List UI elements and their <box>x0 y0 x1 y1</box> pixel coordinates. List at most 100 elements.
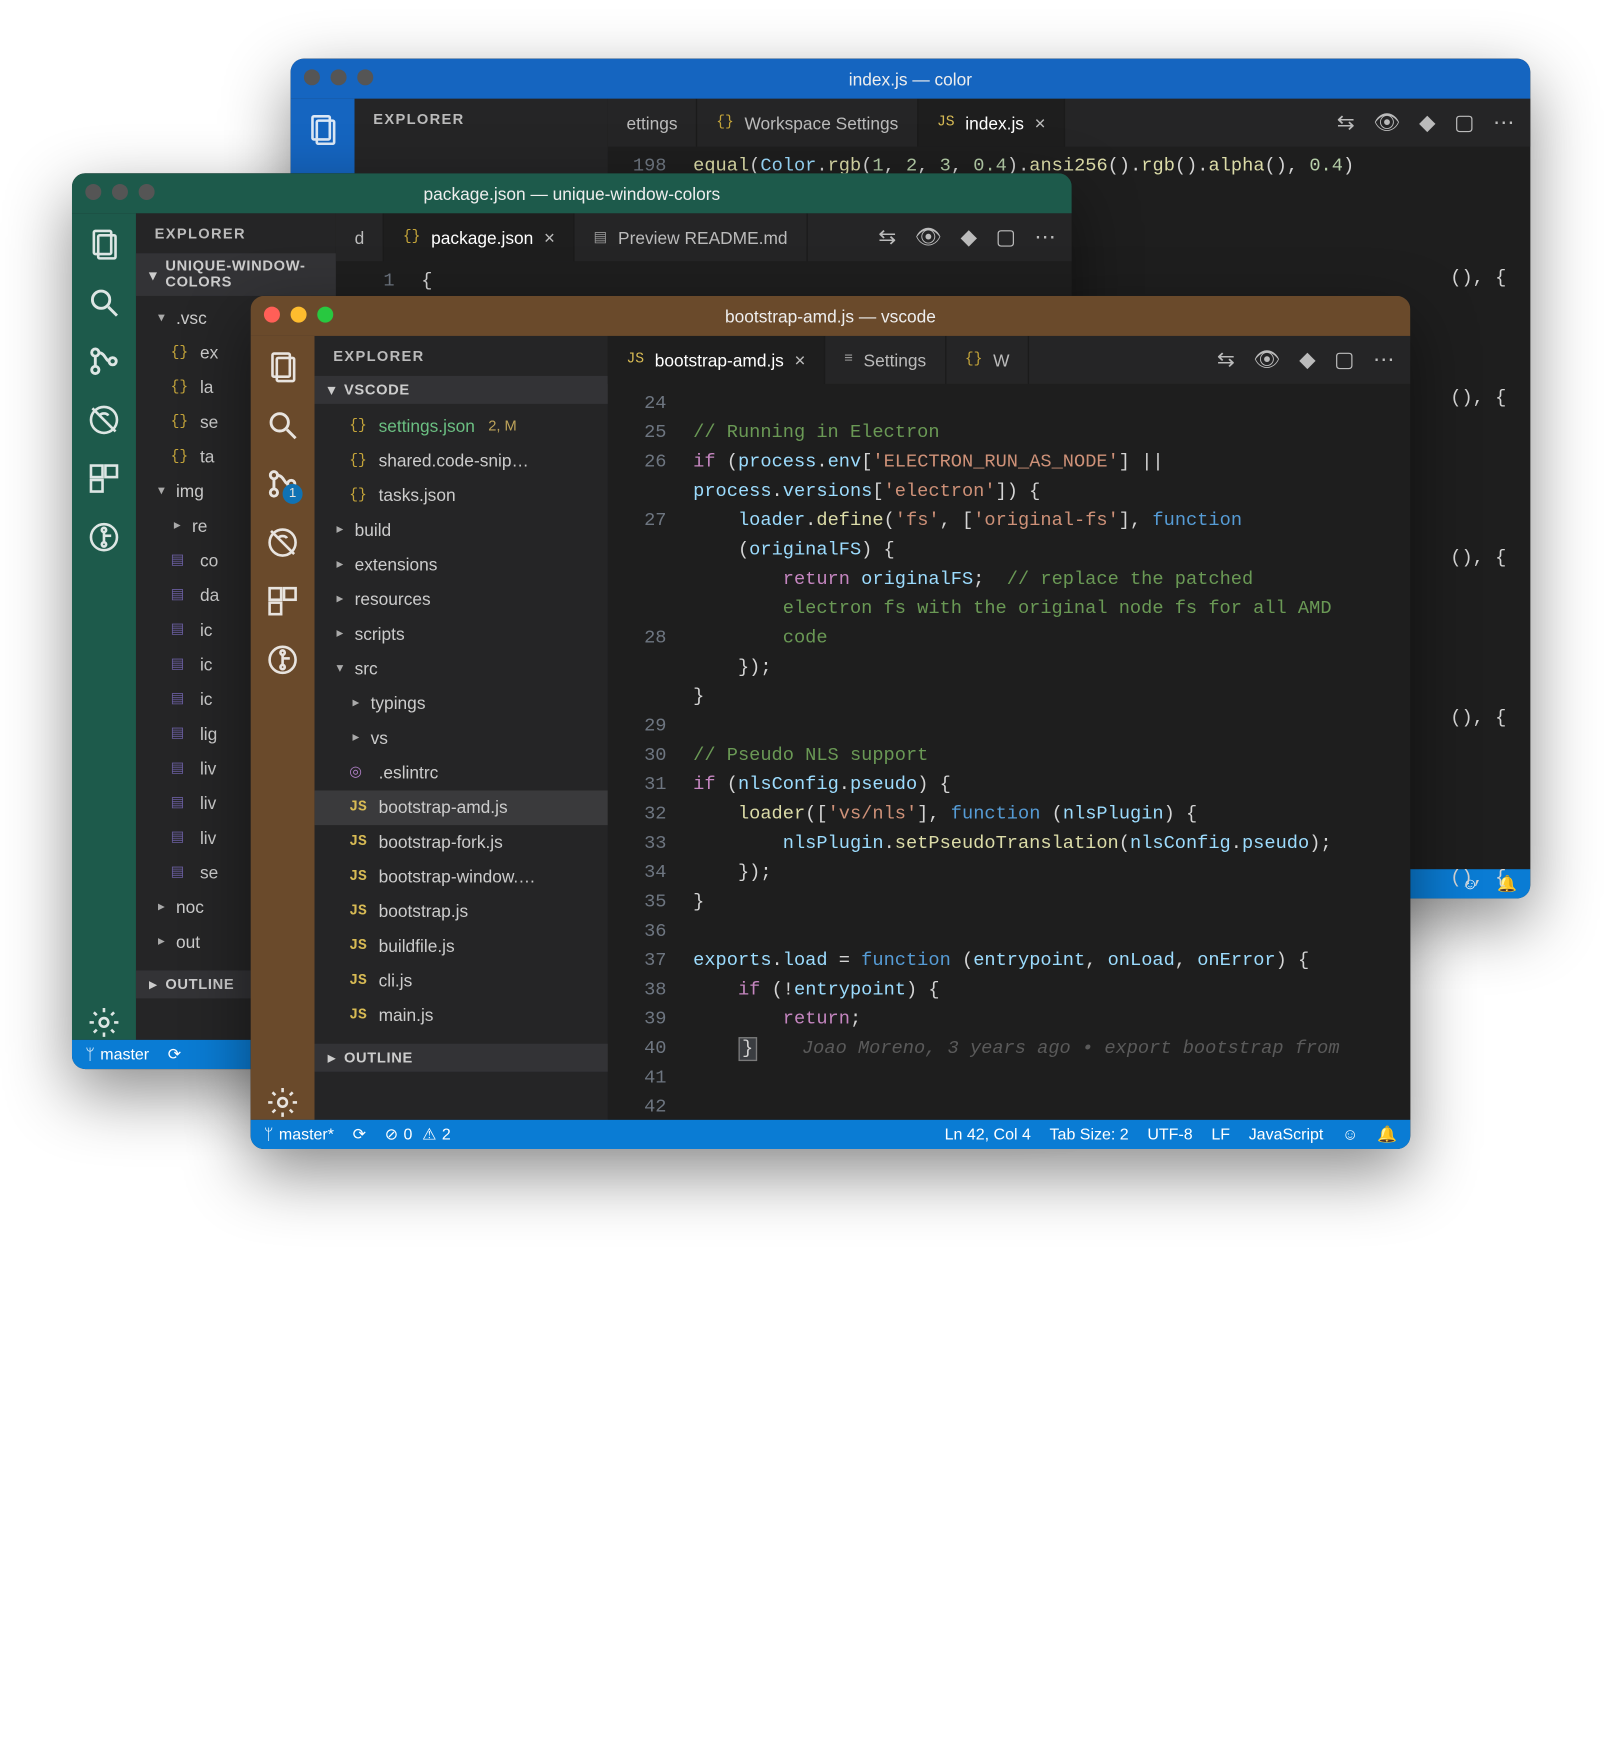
activity-bar: 1 <box>251 336 315 1120</box>
max-dot[interactable] <box>139 184 155 200</box>
tab-action-icon[interactable]: ◆ <box>1299 347 1315 374</box>
status-tab-size[interactable]: Tab Size: 2 <box>1050 1125 1129 1144</box>
titlebar[interactable]: index.js — color <box>291 59 1531 99</box>
close-dot[interactable] <box>264 307 280 323</box>
window-title: bootstrap-amd.js — vscode <box>725 306 936 326</box>
tab-action-icon[interactable]: ⋯ <box>1493 109 1514 136</box>
tab-action-icon[interactable]: 👁 <box>915 224 942 251</box>
tree-row[interactable]: cli.js <box>315 964 608 999</box>
debug-icon[interactable] <box>265 525 300 560</box>
tab-bar: JSbootstrap-amd.js×≡Settings{}W ⇆ 👁 ◆ ▢ ⋯ <box>608 336 1410 384</box>
tab[interactable]: JSindex.js× <box>918 99 1065 147</box>
extensions-icon[interactable] <box>265 584 300 619</box>
tab[interactable]: ettings <box>608 99 698 147</box>
status-smile-icon[interactable]: ☺ <box>1342 1125 1358 1144</box>
search-icon[interactable] <box>265 408 300 443</box>
close-icon[interactable]: × <box>795 349 806 370</box>
traffic-lights[interactable] <box>304 69 373 85</box>
tab-action-icon[interactable]: ⇆ <box>878 224 896 251</box>
tab-action-icon[interactable]: ⇆ <box>1337 109 1355 136</box>
close-icon[interactable]: × <box>1035 112 1046 133</box>
min-dot[interactable] <box>112 184 128 200</box>
tab-action-icon[interactable]: ◆ <box>1419 109 1435 136</box>
tree-row[interactable]: ▸typings <box>315 686 608 721</box>
tab-action-icon[interactable]: ▢ <box>996 224 1016 251</box>
gear-icon[interactable] <box>87 1005 122 1040</box>
tree-row[interactable]: ▸resources <box>315 583 608 618</box>
tree-row[interactable]: ▸scripts <box>315 617 608 652</box>
scm-icon[interactable] <box>87 344 122 379</box>
max-dot[interactable] <box>317 307 333 323</box>
close-dot[interactable] <box>304 69 320 85</box>
titlebar[interactable]: bootstrap-amd.js — vscode <box>251 296 1411 336</box>
status-sync-icon[interactable]: ⟳ <box>168 1045 181 1064</box>
status-bar: ᛘ master* ⟳ ⊘ 0 ⚠ 2 Ln 42, Col 4 Tab Siz… <box>251 1120 1411 1149</box>
tab[interactable]: JSbootstrap-amd.js× <box>608 336 826 384</box>
tab-action-icon[interactable]: ▢ <box>1334 347 1354 374</box>
status-eol[interactable]: LF <box>1211 1125 1230 1144</box>
tab-action-icon[interactable]: ⋯ <box>1373 347 1394 374</box>
files-icon[interactable] <box>305 112 340 147</box>
tree-row[interactable]: shared.code-snip… <box>315 444 608 479</box>
tree-row[interactable]: ▸build <box>315 513 608 548</box>
sidebar-header[interactable]: ▾UNIQUE-WINDOW-COLORS <box>136 253 336 296</box>
status-branch[interactable]: ᛘ master <box>85 1045 149 1064</box>
status-cursor-pos[interactable]: Ln 42, Col 4 <box>945 1125 1031 1144</box>
tree-row[interactable]: .eslintrc <box>315 756 608 791</box>
tree-row[interactable]: ▸vs <box>315 721 608 756</box>
titlebar[interactable]: package.json — unique-window-colors <box>72 173 1072 213</box>
sidebar: EXPLORER ▾VSCODE settings.json2, Mshared… <box>315 336 608 1120</box>
tree-row[interactable]: ▸extensions <box>315 548 608 583</box>
sidebar-title: EXPLORER <box>136 213 336 253</box>
code[interactable]: // Running in Electronif (process.env['E… <box>682 384 1410 1120</box>
sidebar-title: EXPLORER <box>355 99 608 139</box>
debug-icon[interactable] <box>87 403 122 438</box>
tab[interactable]: {}package.json× <box>384 213 575 261</box>
status-sync-icon[interactable]: ⟳ <box>353 1125 366 1144</box>
outline-header[interactable]: ▸OUTLINE <box>315 1044 608 1072</box>
status-encoding[interactable]: UTF-8 <box>1147 1125 1192 1144</box>
tab-action-icon[interactable]: ▢ <box>1454 109 1474 136</box>
tree-row[interactable]: bootstrap.js <box>315 894 608 929</box>
tree-row[interactable]: main.js <box>315 998 608 1033</box>
tab[interactable]: ≡Settings <box>825 336 946 384</box>
search-icon[interactable] <box>87 285 122 320</box>
git-icon[interactable] <box>87 520 122 555</box>
tree-row[interactable]: buildfile.js <box>315 929 608 964</box>
close-icon[interactable]: × <box>544 227 555 248</box>
tab[interactable]: d <box>336 213 384 261</box>
tree-row[interactable]: ▾src <box>315 652 608 687</box>
tab-action-icon[interactable]: 👁 <box>1373 109 1400 136</box>
tree-row[interactable]: bootstrap-fork.js <box>315 825 608 860</box>
tab[interactable]: ▤Preview README.md <box>575 213 808 261</box>
tab-action-icon[interactable]: ⋯ <box>1034 224 1055 251</box>
tree-row[interactable]: settings.json2, M <box>315 409 608 444</box>
tree-row[interactable]: bootstrap-amd.js <box>315 790 608 825</box>
status-bell-icon[interactable]: 🔔 <box>1377 1125 1397 1144</box>
close-dot[interactable] <box>85 184 101 200</box>
files-icon[interactable] <box>265 349 300 384</box>
tab-action-icon[interactable]: ⇆ <box>1217 347 1235 374</box>
min-dot[interactable] <box>291 307 307 323</box>
status-language[interactable]: JavaScript <box>1249 1125 1324 1144</box>
tree-row[interactable]: tasks.json <box>315 479 608 514</box>
tab[interactable]: {}Workspace Settings <box>698 99 919 147</box>
files-icon[interactable] <box>87 227 122 262</box>
editor-area: JSbootstrap-amd.js×≡Settings{}W ⇆ 👁 ◆ ▢ ⋯ 242… <box>608 336 1410 1120</box>
gutter: 242526 27 28 293031323334353637383940414… <box>608 384 683 1120</box>
traffic-lights[interactable] <box>264 307 333 323</box>
min-dot[interactable] <box>331 69 347 85</box>
sidebar-header[interactable]: ▾VSCODE <box>315 376 608 404</box>
traffic-lights[interactable] <box>85 184 154 200</box>
status-branch[interactable]: ᛘ master* <box>264 1125 334 1144</box>
tab[interactable]: {}W <box>946 336 1029 384</box>
scm-icon[interactable]: 1 <box>265 467 300 502</box>
tab-action-icon[interactable]: ◆ <box>961 224 977 251</box>
tab-action-icon[interactable]: 👁 <box>1253 347 1280 374</box>
max-dot[interactable] <box>357 69 373 85</box>
tree-row[interactable]: bootstrap-window.… <box>315 860 608 895</box>
gear-icon[interactable] <box>265 1085 300 1120</box>
status-problems[interactable]: ⊘ 0 ⚠ 2 <box>385 1125 451 1144</box>
git-icon[interactable] <box>265 643 300 678</box>
extensions-icon[interactable] <box>87 461 122 496</box>
